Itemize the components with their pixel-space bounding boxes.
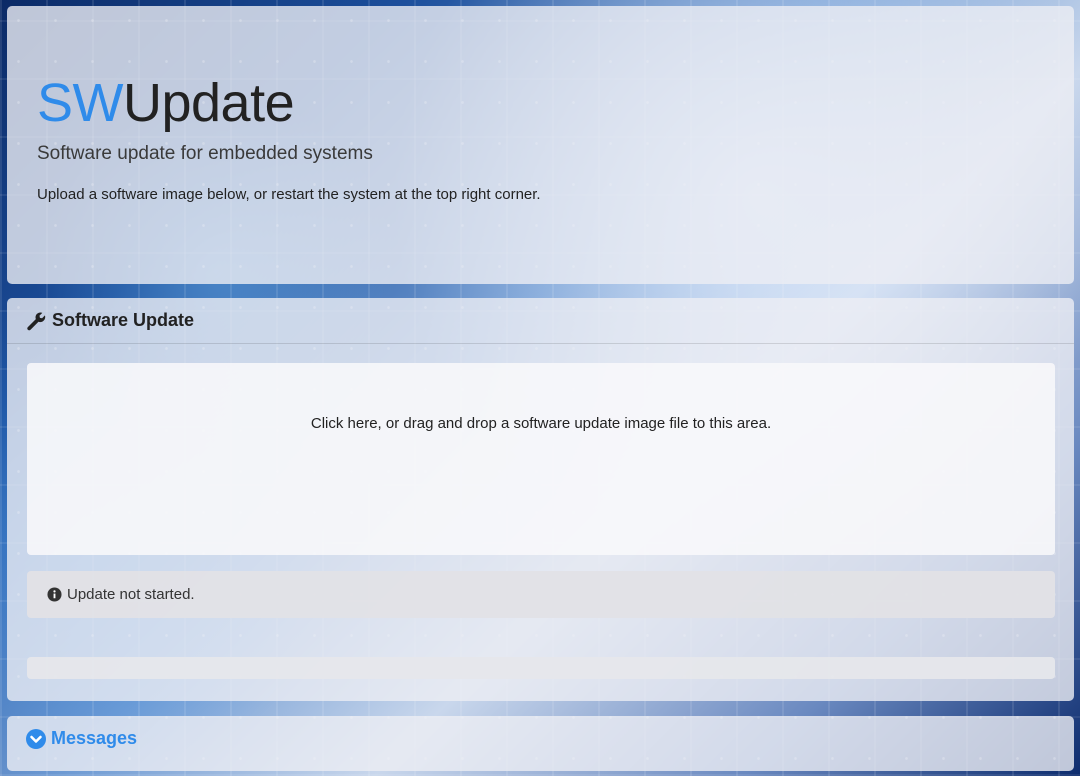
update-status-text: Update not started. bbox=[67, 586, 195, 603]
messages-card: Messages bbox=[7, 716, 1074, 771]
wrench-icon bbox=[27, 311, 46, 330]
software-update-card: Software Update Click here, or drag and … bbox=[7, 298, 1074, 701]
software-update-title: Software Update bbox=[52, 310, 195, 330]
software-update-card-header: Software Update bbox=[7, 298, 1074, 344]
info-circle-icon bbox=[47, 587, 62, 602]
dropzone-message: Click here, or drag and drop a software … bbox=[310, 415, 772, 432]
file-dropzone[interactable]: Click here, or drag and drop a software … bbox=[27, 363, 1055, 555]
page-subtitle: Software update for embedded systems bbox=[37, 143, 373, 164]
page-title: SWUpdate bbox=[37, 73, 295, 133]
update-status-alert: Update not started. bbox=[27, 571, 1055, 618]
update-progress-bar bbox=[27, 657, 1055, 679]
chevron-down-circle-icon bbox=[26, 728, 46, 749]
messages-toggle[interactable]: Messages bbox=[26, 728, 137, 749]
page-title-accent: SW bbox=[37, 73, 124, 133]
header-jumbotron: SWUpdate Software update for embedded sy… bbox=[7, 6, 1074, 284]
page-lead-text: Upload a software image below, or restar… bbox=[37, 186, 541, 203]
messages-label: Messages bbox=[51, 728, 138, 748]
page-title-rest: Update bbox=[123, 73, 295, 133]
